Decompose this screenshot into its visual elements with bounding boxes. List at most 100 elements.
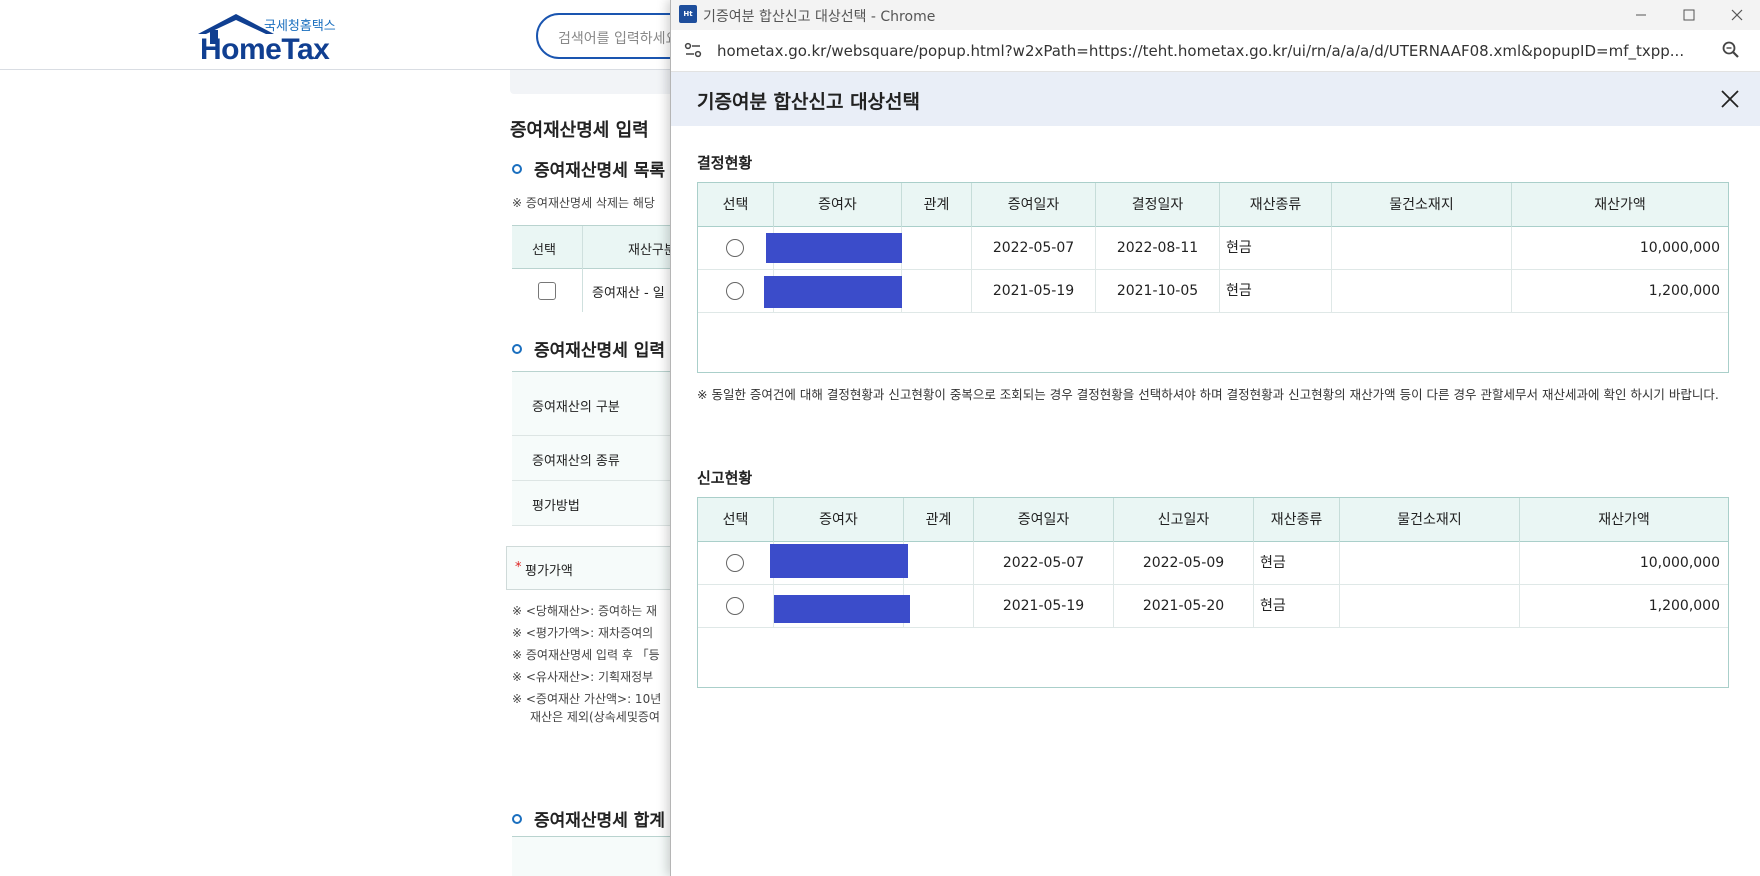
col-asset-type: 재산종류 bbox=[1220, 183, 1332, 227]
note-5-cont: 재산은 제외(상속세및증여 bbox=[530, 710, 660, 724]
window-title: 기증여분 합산신고 대상선택 - Chrome bbox=[703, 9, 936, 25]
redacted-donor-name bbox=[766, 233, 902, 263]
note-2: ※ <평가가액>: 재차증여의 bbox=[512, 626, 654, 640]
location-cell bbox=[1340, 585, 1520, 627]
list-note: ※ 증여재산명세 삭제는 해당 bbox=[512, 196, 655, 210]
maximize-button[interactable] bbox=[1665, 0, 1713, 30]
select-cell bbox=[698, 227, 774, 269]
col-select: 선택 bbox=[532, 243, 556, 258]
section-title: 증여재산명세 입력 bbox=[510, 120, 649, 141]
note-5: ※ <증여재산 가산액>: 10년 bbox=[512, 692, 662, 706]
select-cell bbox=[698, 270, 774, 312]
row-select-radio[interactable] bbox=[726, 554, 744, 572]
hometax-favicon-icon: Ht bbox=[679, 5, 697, 23]
duplicate-notice: ※ 동일한 증여건에 대해 결정현황과 신고현황이 중복으로 조회되는 경우 결… bbox=[697, 387, 1719, 402]
decision-date-cell: 2021-10-05 bbox=[1096, 270, 1220, 312]
gift-date-cell: 2021-05-19 bbox=[972, 270, 1096, 312]
col-relation: 관계 bbox=[904, 498, 974, 542]
zoom-icon[interactable] bbox=[1721, 40, 1741, 60]
popup-window: Ht 기증여분 합산신고 대상선택 - Chrome hometax.go.kr… bbox=[670, 0, 1760, 876]
relation-cell bbox=[902, 227, 972, 269]
redacted-donor-name bbox=[764, 276, 902, 308]
location-cell bbox=[1332, 270, 1512, 312]
report-grid: 선택 증여자 관계 증여일자 신고일자 재산종류 물건소재지 재산가액 2022… bbox=[697, 497, 1729, 688]
table-row[interactable]: 2021-05-19 2021-05-20 현금 1,200,000 bbox=[698, 585, 1728, 628]
donor-cell bbox=[770, 542, 908, 584]
redacted-donor-name bbox=[774, 595, 910, 623]
gift-date-cell: 2022-05-07 bbox=[972, 227, 1096, 269]
col-gift-date: 증여일자 bbox=[974, 498, 1114, 542]
asset-type-cell: 현금 bbox=[1220, 227, 1332, 269]
row-asset-type: 증여재산 - 일 bbox=[592, 286, 665, 301]
col-divider bbox=[582, 226, 583, 312]
site-info-icon[interactable] bbox=[683, 40, 703, 60]
search-placeholder: 검색어를 입력하세요 bbox=[558, 31, 679, 47]
donor-cell bbox=[774, 585, 910, 627]
table-row[interactable]: 2021-05-19 2021-10-05 현금 1,200,000 bbox=[698, 270, 1728, 313]
col-amount: 재산가액 bbox=[1594, 197, 1646, 213]
relation-cell bbox=[904, 542, 974, 584]
select-cell bbox=[698, 542, 774, 584]
col-location: 물건소재지 bbox=[1332, 183, 1512, 227]
decision-grid: 선택 증여자 관계 증여일자 결정일자 재산종류 물건소재지 재산가액 2022… bbox=[697, 182, 1729, 373]
col-report-date: 신고일자 bbox=[1114, 498, 1254, 542]
col-gift-date: 증여일자 bbox=[972, 183, 1096, 227]
note-3: ※ 증여재산명세 입력 후 「등 bbox=[512, 648, 660, 662]
location-cell bbox=[1332, 227, 1512, 269]
col-donor: 증여자 bbox=[774, 183, 902, 227]
address-bar[interactable]: hometax.go.kr/websquare/popup.html?w2xPa… bbox=[671, 30, 1760, 72]
relation-cell bbox=[904, 585, 974, 627]
col-select: 선택 bbox=[698, 183, 774, 227]
report-section-title: 신고현황 bbox=[697, 469, 753, 487]
col-asset-type: 재산종류 bbox=[1254, 498, 1340, 542]
report-date-cell: 2022-05-09 bbox=[1114, 542, 1254, 584]
note-4: ※ <유사재산>: 기획재정부 bbox=[512, 670, 654, 684]
popup-close-icon[interactable] bbox=[1719, 88, 1741, 110]
popup-title: 기증여분 합산신고 대상선택 bbox=[697, 91, 920, 113]
note-1: ※ <당해재산>: 증여하는 재 bbox=[512, 604, 658, 618]
decision-date-cell: 2022-08-11 bbox=[1096, 227, 1220, 269]
table-row[interactable]: 2022-05-07 2022-05-09 현금 10,000,000 bbox=[698, 542, 1728, 585]
report-grid-header: 선택 증여자 관계 증여일자 신고일자 재산종류 물건소재지 재산가액 bbox=[698, 498, 1728, 542]
asset-type-cell: 현금 bbox=[1220, 270, 1332, 312]
gift-date-cell: 2022-05-07 bbox=[974, 542, 1114, 584]
minimize-icon bbox=[1636, 14, 1646, 16]
donor-cell bbox=[766, 227, 902, 269]
redacted-donor-name bbox=[770, 544, 908, 578]
total-title: 증여재산명세 합계 bbox=[512, 806, 665, 831]
row-select-radio[interactable] bbox=[726, 597, 744, 615]
col-location: 물건소재지 bbox=[1340, 498, 1520, 542]
asset-type-cell: 현금 bbox=[1254, 542, 1340, 584]
window-close-button[interactable] bbox=[1713, 0, 1760, 30]
input-title: 증여재산명세 입력 bbox=[512, 336, 665, 361]
donor-cell bbox=[764, 270, 902, 312]
col-select: 선택 bbox=[698, 498, 774, 542]
row-checkbox[interactable] bbox=[538, 282, 556, 300]
amount-cell: 1,200,000 bbox=[1648, 598, 1720, 614]
maximize-icon bbox=[1683, 9, 1695, 21]
asset-type-cell: 현금 bbox=[1254, 585, 1340, 627]
required-mark: * bbox=[515, 560, 522, 575]
logo-title: HomeTax bbox=[200, 33, 330, 66]
close-icon bbox=[1731, 9, 1743, 21]
row-select-radio[interactable] bbox=[726, 282, 744, 300]
gift-date-cell: 2021-05-19 bbox=[974, 585, 1114, 627]
col-type: 재산구분 bbox=[628, 243, 676, 258]
minimize-button[interactable] bbox=[1617, 0, 1665, 30]
logo-subtitle: 국세청홈택스 bbox=[264, 19, 336, 34]
hometax-logo[interactable]: 국세청홈택스 HomeTax bbox=[196, 12, 346, 66]
amount-cell: 1,200,000 bbox=[1648, 283, 1720, 299]
col-relation: 관계 bbox=[902, 183, 972, 227]
row-select-radio[interactable] bbox=[726, 239, 744, 257]
amount-cell: 10,000,000 bbox=[1639, 240, 1720, 256]
table-row[interactable]: 2022-05-07 2022-08-11 현금 10,000,000 bbox=[698, 227, 1728, 270]
window-titlebar: Ht 기증여분 합산신고 대상선택 - Chrome bbox=[671, 0, 1760, 30]
url-text[interactable]: hometax.go.kr/websquare/popup.html?w2xPa… bbox=[717, 42, 1717, 60]
report-date-cell: 2021-05-20 bbox=[1114, 585, 1254, 627]
popup-header: 기증여분 합산신고 대상선택 bbox=[671, 72, 1760, 126]
decision-grid-header: 선택 증여자 관계 증여일자 결정일자 재산종류 물건소재지 재산가액 bbox=[698, 183, 1728, 227]
col-donor: 증여자 bbox=[774, 498, 904, 542]
decision-section-title: 결정현황 bbox=[697, 154, 753, 172]
location-cell bbox=[1340, 542, 1520, 584]
list-title: 증여재산명세 목록 bbox=[512, 156, 665, 181]
